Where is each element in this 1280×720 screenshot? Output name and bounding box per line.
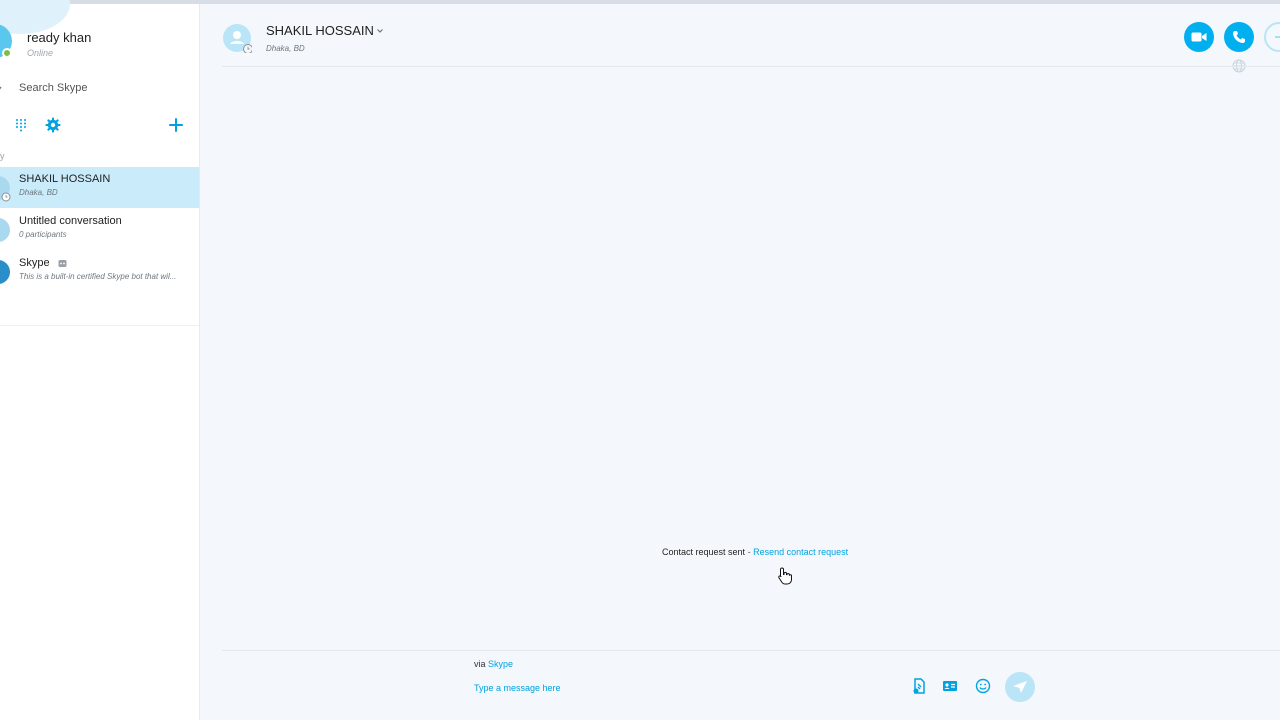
hand-cursor-icon [778,567,792,585]
profile-presence[interactable]: Online [27,48,53,58]
skype-window: ready khan Online Search Skype y SHAKIL … [0,0,1280,720]
header-divider [222,66,1280,67]
sidebar: ready khan Online Search Skype y SHAKIL … [0,0,200,720]
online-status-icon [2,48,12,58]
search-icon [0,86,2,90]
via-prefix: via [474,659,486,669]
audio-call-button[interactable] [1224,22,1254,52]
profile-name[interactable]: ready khan [27,30,91,45]
notice-separator: - [747,547,751,557]
skype-bot-avatar [0,260,10,284]
section-label-fragment: y [0,151,5,161]
conversation-title: SHAKIL HOSSAIN [19,173,111,185]
video-camera-icon [1191,32,1207,42]
dialpad-icon[interactable] [14,118,28,132]
conversation-item-untitled[interactable]: Untitled conversation 0 participants [0,209,199,250]
header-decoration [0,0,70,34]
conversation-item-skype[interactable]: Skype This is a built-in certified Skype… [0,251,199,292]
add-person-icon [1275,36,1280,38]
contact-avatar[interactable] [222,23,252,53]
video-call-button[interactable] [1184,22,1214,52]
conversation-title: Untitled conversation [19,215,122,227]
chevron-down-icon[interactable] [376,27,384,35]
via-label: via Skype [474,659,513,669]
add-icon[interactable] [167,116,185,134]
conversation-title: Skype [19,257,50,269]
notice-text: Contact request sent [662,547,746,557]
divider [0,325,199,326]
conversation-item-shakil[interactable]: SHAKIL HOSSAIN Dhaka, BD [0,167,199,208]
conversation-subtitle: 0 participants [19,230,67,239]
contact-card-icon[interactable] [941,677,959,695]
composer-divider [222,650,1280,651]
avatar [0,218,10,242]
gear-icon[interactable] [45,117,61,133]
send-button[interactable] [1005,672,1035,702]
via-skype-link[interactable]: Skype [488,659,513,669]
add-participant-button[interactable] [1264,22,1280,52]
conversation-subtitle: This is a built-in certified Skype bot t… [19,272,177,281]
contact-request-notice: Contact request sent - Resend contact re… [662,547,848,557]
phone-icon [1233,31,1245,43]
send-file-icon[interactable] [910,677,928,695]
bot-badge-icon [58,260,67,267]
search-input[interactable] [19,80,189,96]
pending-clock-icon [1,192,11,202]
message-input[interactable] [474,680,894,696]
send-icon [1013,681,1027,693]
emoticon-icon[interactable] [974,677,992,695]
contact-name[interactable]: SHAKIL HOSSAIN [266,23,374,38]
conversation-subtitle: Dhaka, BD [19,188,58,197]
contact-location: Dhaka, BD [266,44,305,53]
resend-contact-request-link[interactable]: Resend contact request [753,547,848,557]
